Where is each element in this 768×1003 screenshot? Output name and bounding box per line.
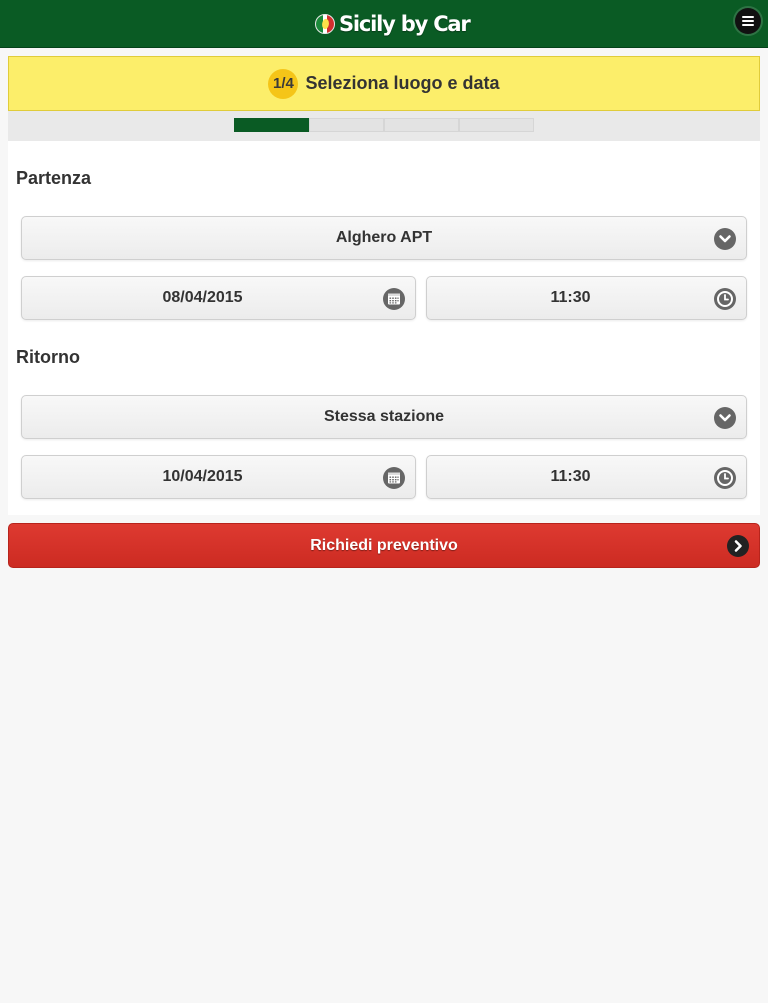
chevron-down-icon bbox=[714, 228, 736, 250]
calendar-icon bbox=[383, 467, 405, 489]
logo-sicily-icon bbox=[315, 14, 335, 34]
calendar-icon bbox=[383, 288, 405, 310]
hamburger-menu-icon[interactable] bbox=[735, 8, 761, 34]
app-header: Sicily by Car bbox=[0, 0, 768, 48]
step-progress bbox=[8, 111, 760, 141]
return-date-value: 10/04/2015 bbox=[162, 468, 243, 485]
step-banner: 1/4 Seleziona luogo e data bbox=[8, 56, 760, 111]
logo[interactable]: Sicily by Car bbox=[315, 10, 471, 38]
step-badge: 1/4 bbox=[268, 68, 299, 99]
return-section-label: Ritorno bbox=[16, 347, 80, 367]
progress-segment-1 bbox=[234, 118, 309, 132]
departure-location-select[interactable]: Alghero APT bbox=[21, 216, 747, 260]
progress-segment-4 bbox=[459, 118, 534, 132]
departure-section-label: Partenza bbox=[16, 168, 92, 188]
booking-form: Partenza Alghero APT 08/04/2015 11:30 Ri… bbox=[8, 141, 760, 515]
departure-time-value: 11:30 bbox=[550, 289, 591, 306]
departure-date-field[interactable]: 08/04/2015 bbox=[21, 276, 416, 320]
request-quote-button[interactable]: Richiedi preventivo bbox=[8, 523, 760, 568]
step-progress-segments bbox=[234, 118, 534, 132]
chevron-down-icon bbox=[714, 407, 736, 429]
request-quote-label: Richiedi preventivo bbox=[310, 536, 458, 554]
departure-time-field[interactable]: 11:30 bbox=[426, 276, 747, 320]
logo-text: Sicily by Car bbox=[339, 12, 471, 36]
clock-icon bbox=[714, 467, 736, 489]
progress-segment-3 bbox=[384, 118, 459, 132]
return-location-value: Stessa stazione bbox=[323, 408, 445, 425]
departure-location-value: Alghero APT bbox=[335, 229, 433, 246]
step-title: Seleziona luogo e data bbox=[305, 73, 500, 93]
return-time-field[interactable]: 11:30 bbox=[426, 455, 747, 499]
return-location-select[interactable]: Stessa stazione bbox=[21, 395, 747, 439]
return-time-value: 11:30 bbox=[550, 468, 591, 485]
clock-icon bbox=[714, 288, 736, 310]
chevron-right-icon bbox=[727, 535, 749, 557]
progress-segment-2 bbox=[309, 118, 384, 132]
return-date-field[interactable]: 10/04/2015 bbox=[21, 455, 416, 499]
departure-date-value: 08/04/2015 bbox=[162, 289, 243, 306]
